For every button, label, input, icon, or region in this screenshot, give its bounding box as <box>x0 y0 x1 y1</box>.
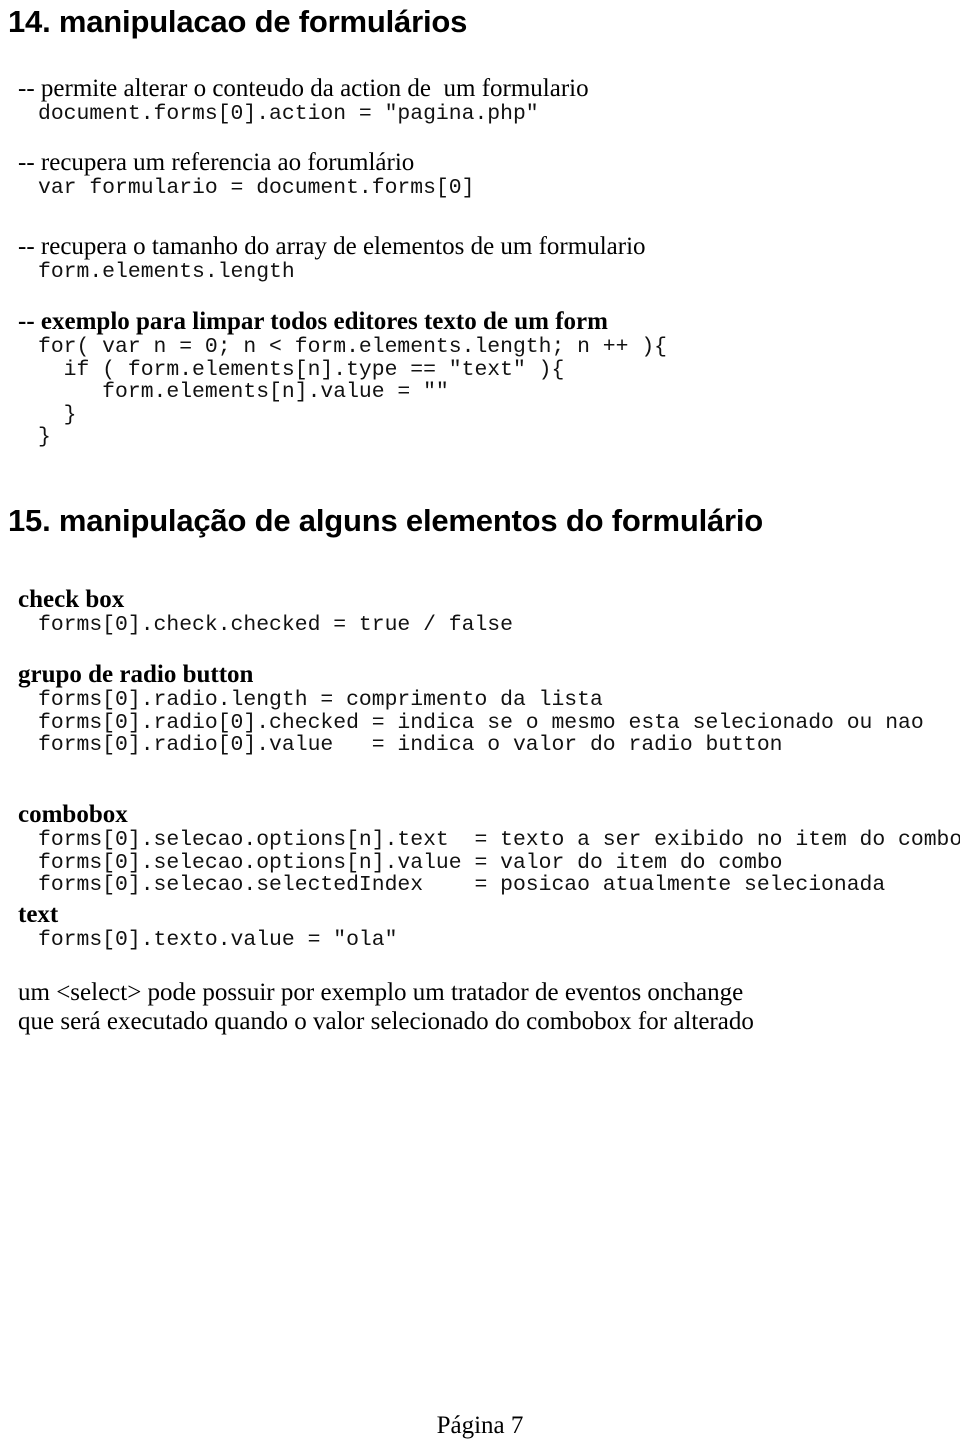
comment-line: -- permite alterar o conteudo da action … <box>18 75 589 102</box>
group-label: grupo de radio button <box>18 661 254 688</box>
code-line: forms[0].check.checked = true / false <box>38 613 513 637</box>
group-text: text forms[0].texto.value = "ola" <box>18 900 397 952</box>
section-15-heading: 15. manipulação de alguns elementos do f… <box>8 503 764 538</box>
code-line: forms[0].radio.length = comprimento da l… <box>38 688 603 712</box>
page-number: Página 7 <box>436 1412 524 1439</box>
closing-paragraph-line: um <select> pode possuir por exemplo um … <box>18 979 744 1006</box>
group-label: combobox <box>18 801 128 828</box>
code-line: forms[0].radio[0].checked = indica se o … <box>38 710 924 735</box>
section-14-item-1: -- permite alterar o conteudo da action … <box>18 74 589 126</box>
code-line: forms[0].selecao.options[n].value = valo… <box>38 850 783 875</box>
code-line: if ( form.elements[n].type == "text" ){ <box>38 357 565 382</box>
code-line: } <box>38 425 51 450</box>
section-14-heading: 14. manipulacao de formulários <box>8 4 468 39</box>
code-line: for( var n = 0; n < form.elements.length… <box>38 335 667 359</box>
page-footer: Página 7 <box>0 1411 960 1440</box>
code-line: form.elements.length <box>38 260 295 284</box>
code-line: document.forms[0].action = "pagina.php" <box>38 102 539 126</box>
comment-line: -- recupera um referencia ao forumlário <box>18 149 415 176</box>
code-line: forms[0].radio[0].value = indica o valor… <box>38 733 783 758</box>
group-combobox: combobox forms[0].selecao.options[n].tex… <box>18 800 960 897</box>
comment-line-bold: -- exemplo para limpar todos editores te… <box>18 308 608 335</box>
group-label: text <box>18 901 59 928</box>
closing-paragraph-line: que será executado quando o valor seleci… <box>18 1008 754 1035</box>
section-14-item-3: -- recupera o tamanho do array de elemen… <box>18 232 646 284</box>
comment-line: -- recupera o tamanho do array de elemen… <box>18 233 646 260</box>
code-line: forms[0].selecao.options[n].text = texto… <box>38 828 960 852</box>
code-line: var formulario = document.forms[0] <box>38 176 475 200</box>
section-14-item-2: -- recupera um referencia ao forumlário … <box>18 148 474 200</box>
document-page: 14. manipulacao de formulários -- permit… <box>0 0 960 1444</box>
group-check-box: check box forms[0].check.checked = true … <box>18 585 513 637</box>
group-label: check box <box>18 586 125 613</box>
group-radio-button: grupo de radio button forms[0].radio.len… <box>18 660 924 757</box>
code-line: forms[0].texto.value = "ola" <box>38 928 398 952</box>
code-line: } <box>38 402 77 427</box>
code-line: forms[0].selecao.selectedIndex = posicao… <box>38 873 886 898</box>
closing-paragraph: um <select> pode possuir por exemplo um … <box>18 978 754 1036</box>
code-line: form.elements[n].value = "" <box>38 380 449 405</box>
section-14-item-4: -- exemplo para limpar todos editores te… <box>18 307 667 449</box>
